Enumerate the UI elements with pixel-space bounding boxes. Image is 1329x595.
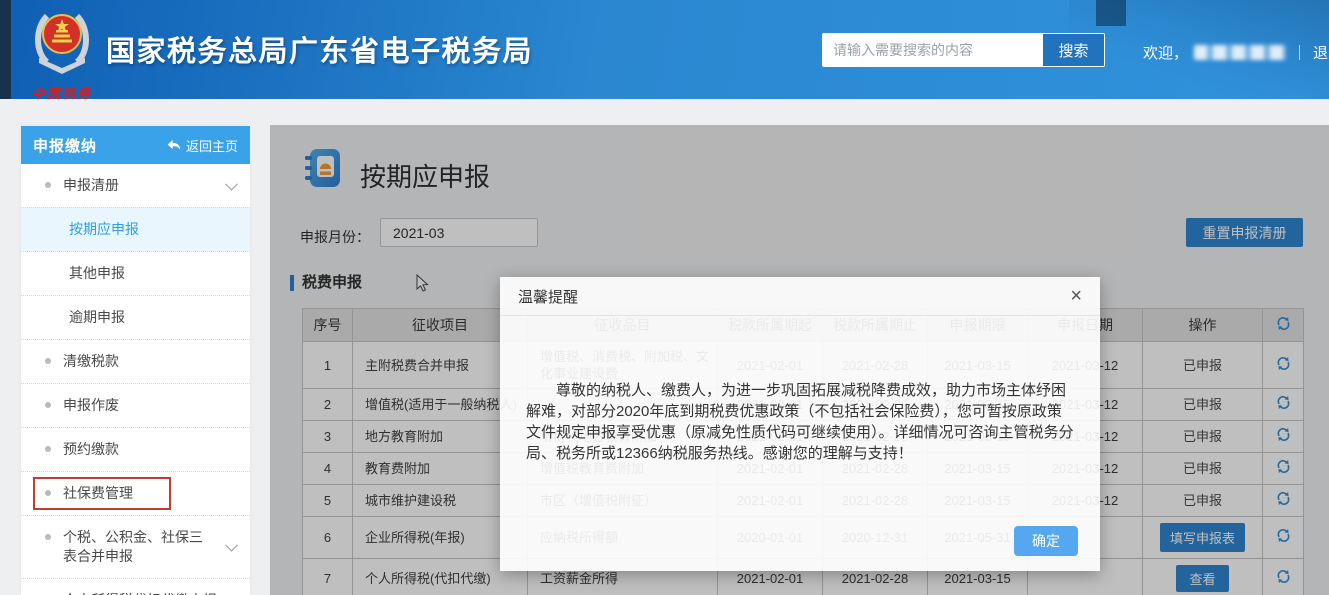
sidebar-item-periodic-due-declaration[interactable]: 按期应申报 xyxy=(21,207,250,251)
search-button[interactable]: 搜索 xyxy=(1042,34,1104,66)
sidebar-item-combined-three-forms-declaration[interactable]: 个税、公积金、社保三表合并申报 xyxy=(21,515,250,578)
sidebar-header: 申报缴纳 返回主页 xyxy=(21,126,250,164)
confirm-button[interactable]: 确定 xyxy=(1014,526,1078,556)
sidebar: 申报缴纳 返回主页 申报清册 按期应申报 其他申报 逾期申报 xyxy=(21,126,250,595)
portal-title: 国家税务总局广东省电子税务局 xyxy=(106,28,533,70)
national-emblem-icon xyxy=(31,6,93,76)
modal-title: 温馨提醒 xyxy=(518,286,578,307)
modal-body: 尊敬的纳税人、缴费人，为进一步巩固拓展减税降费成效，助力市场主体纾困解难，对部分… xyxy=(500,316,1100,464)
close-icon[interactable]: × xyxy=(1070,286,1082,306)
sidebar-item-declaration-roster[interactable]: 申报清册 xyxy=(21,164,250,207)
logo-caption: 中国税务 xyxy=(20,83,104,102)
chevron-down-icon xyxy=(225,177,238,190)
reminder-text: 尊敬的纳税人、缴费人，为进一步巩固拓展减税降费成效，助力市场主体纾困解难，对部分… xyxy=(526,380,1074,464)
modal-header: 温馨提醒 × xyxy=(500,277,1100,316)
logout-link[interactable]: 退出 xyxy=(1313,42,1329,63)
welcome-prefix: 欢迎， xyxy=(1143,42,1188,63)
sidebar-item-other-declaration[interactable]: 其他申报 xyxy=(21,251,250,295)
sidebar-title: 申报缴纳 xyxy=(33,135,97,156)
bullet-icon xyxy=(45,490,51,496)
app-header: 中国税务 国家税务总局广东省电子税务局 搜索 欢迎， ｜ 退出 xyxy=(0,0,1329,99)
annotation-red-box: 社保费管理 xyxy=(33,477,171,510)
sidebar-item-appointment-payment[interactable]: 预约缴款 xyxy=(21,427,250,471)
header-dark-corner xyxy=(1096,0,1126,26)
tax-bureau-logo: 中国税务 xyxy=(20,6,104,102)
user-name-redacted xyxy=(1194,45,1286,60)
bullet-icon xyxy=(45,402,51,408)
back-home-link[interactable]: 返回主页 xyxy=(166,136,238,155)
bullet-icon xyxy=(45,446,51,452)
chevron-down-icon xyxy=(225,539,238,552)
sidebar-item-overdue-declaration[interactable]: 逾期申报 xyxy=(21,295,250,339)
sidebar-item-social-insurance-management[interactable]: 社保费管理 xyxy=(21,471,250,515)
header-dark-strip xyxy=(0,0,11,99)
sidebar-item-void-declaration[interactable]: 申报作废 xyxy=(21,383,250,427)
reminder-modal: 温馨提醒 × 尊敬的纳税人、缴费人，为进一步巩固拓展减税降费成效，助力市场主体纾… xyxy=(500,277,1100,571)
bullet-icon xyxy=(45,358,51,364)
sidebar-item-pay-off-taxes[interactable]: 清缴税款 xyxy=(21,339,250,383)
bullet-icon xyxy=(45,182,51,188)
reply-arrow-icon xyxy=(166,138,181,152)
search-input[interactable] xyxy=(823,34,1042,66)
welcome-area: 欢迎， ｜ 退出 xyxy=(1143,42,1329,63)
sidebar-menu: 申报清册 按期应申报 其他申报 逾期申报 清缴税款 申报作废 预约缴款 xyxy=(21,164,250,595)
bullet-icon xyxy=(45,534,51,540)
page: 中国税务 国家税务总局广东省电子税务局 搜索 欢迎， ｜ 退出 申报缴纳 返回主… xyxy=(0,0,1329,595)
sidebar-item-individual-income-tax-withholding[interactable]: 个人所得税代扣代缴申报 xyxy=(21,578,250,595)
search-group: 搜索 xyxy=(822,33,1105,67)
divider: ｜ xyxy=(1292,42,1307,63)
